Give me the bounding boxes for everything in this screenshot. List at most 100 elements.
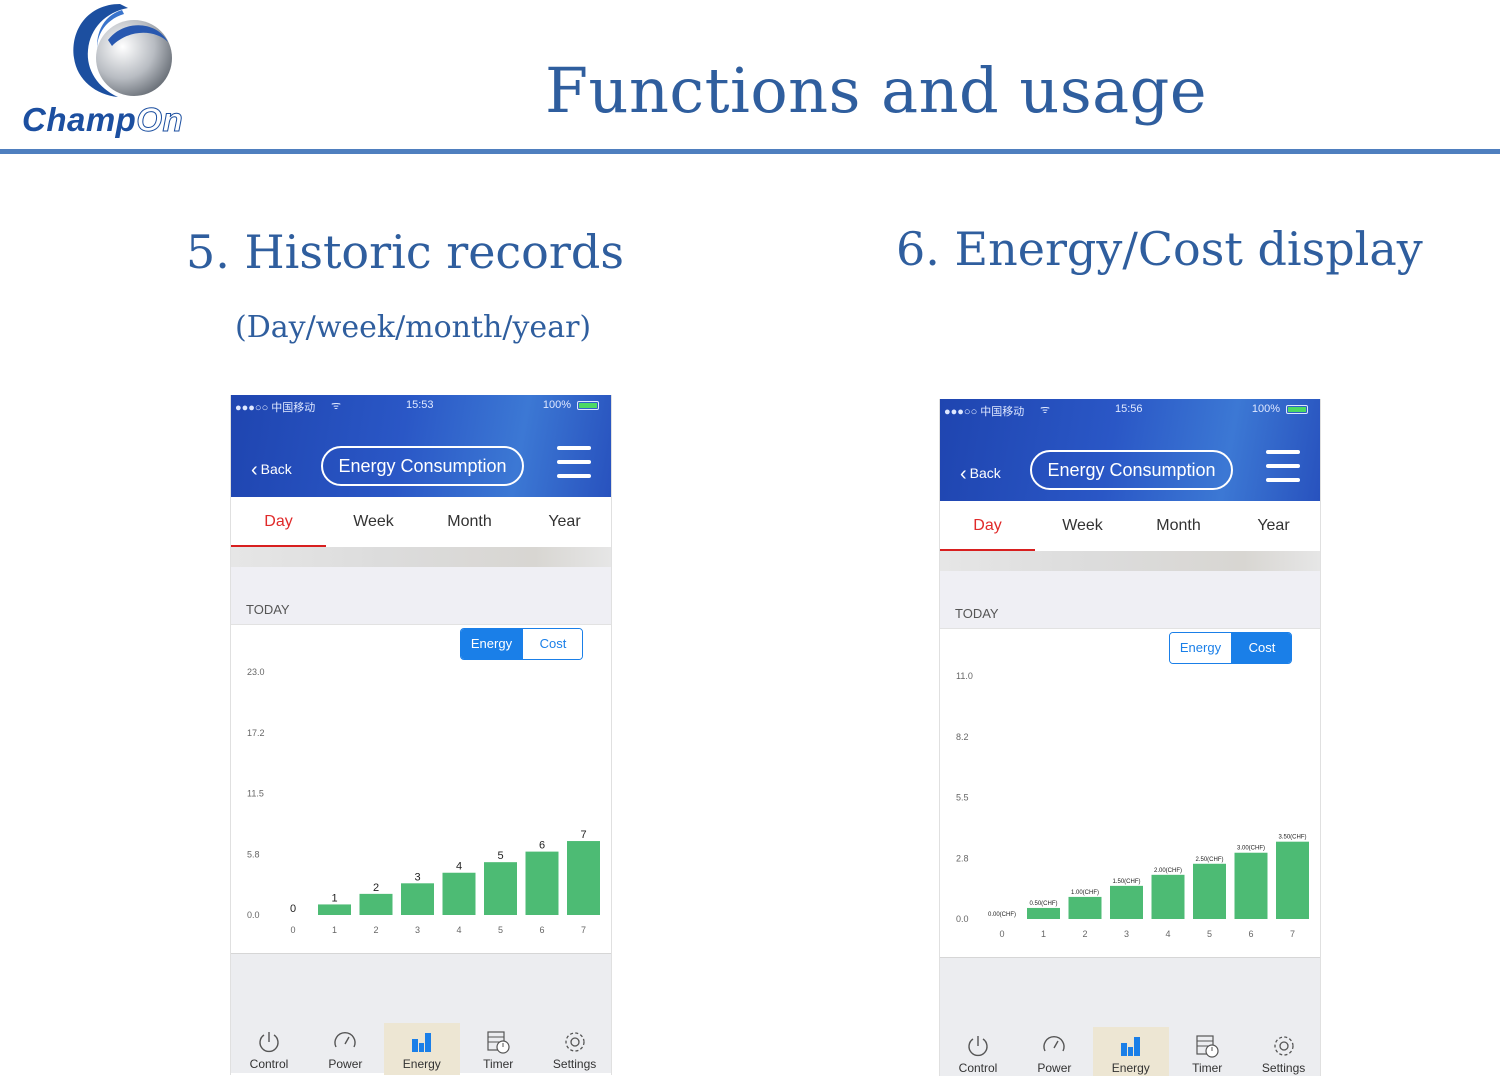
bar <box>567 841 600 915</box>
x-tick-label: 5 <box>498 925 503 935</box>
y-tick-label: 0.0 <box>247 910 260 920</box>
bar-chart-icon <box>1093 1033 1169 1059</box>
bar <box>484 862 517 915</box>
tab-day[interactable]: Day <box>231 513 326 531</box>
slide-title: Functions and usage <box>545 54 1208 127</box>
bottom-nav: Control Power Energy Timer Settings <box>940 1027 1320 1076</box>
title-divider <box>0 149 1500 154</box>
bottom-nav: Control Power Energy Timer Settings <box>231 1023 611 1075</box>
tab-month[interactable]: Month <box>422 513 517 531</box>
bar <box>401 883 434 915</box>
gauge-icon <box>307 1029 383 1055</box>
nav-power[interactable]: Power <box>307 1023 383 1075</box>
timer-icon <box>460 1029 536 1055</box>
nav-label: Settings <box>1261 1061 1306 1075</box>
cost-bar-chart-svg: 0.0 2.8 5.5 8.2 11.0 0.00(CHF) 0 0.50(CHF) 1 1.00… <box>956 671 1309 939</box>
bar <box>442 872 476 915</box>
nav-control[interactable]: Control <box>231 1023 307 1075</box>
app-header: ●●●○○ 中国移动 ᯤ 15:56 100% ‹ Back Energy Con… <box>940 399 1320 501</box>
menu-icon[interactable] <box>1266 450 1300 484</box>
nav-timer[interactable]: Timer <box>1169 1027 1245 1076</box>
carrier-label: ●●●○○ 中国移动 <box>235 402 316 414</box>
y-tick-label: 11.5 <box>247 789 264 799</box>
section-historic-records-subtitle: (Day/week/month/year) <box>235 310 592 345</box>
phone-screen-historic: ●●●○○ 中国移动 ᯤ 15:53 100% ‹ Back Energy Con… <box>230 395 612 1075</box>
back-button[interactable]: ‹ Back <box>960 463 1001 486</box>
nav-label: Power <box>1037 1061 1072 1075</box>
nav-settings[interactable]: Settings <box>1246 1027 1320 1076</box>
nav-power[interactable]: Power <box>1016 1027 1092 1076</box>
x-tick-label: 0 <box>290 925 295 935</box>
bar <box>1110 885 1143 919</box>
nav-energy[interactable]: Energy <box>383 1023 460 1075</box>
data-label: 2 <box>373 882 379 894</box>
tab-week[interactable]: Week <box>326 513 421 531</box>
tab-year[interactable]: Year <box>517 513 611 531</box>
today-section: TODAY <box>940 571 1320 629</box>
y-tick-label: 2.8 <box>956 853 969 863</box>
x-tick-label: 4 <box>1165 929 1170 939</box>
toggle-cost-button[interactable]: Cost <box>1231 633 1291 663</box>
today-label: TODAY <box>246 602 290 617</box>
phone-screen-cost: ●●●○○ 中国移动 ᯤ 15:56 100% ‹ Back Energy Con… <box>939 399 1321 1076</box>
nav-settings[interactable]: Settings <box>537 1023 611 1075</box>
x-tick-label: 3 <box>1124 929 1129 939</box>
bar <box>318 904 351 915</box>
nav-energy[interactable]: Energy <box>1092 1027 1169 1076</box>
nav-label: Timer <box>483 1057 514 1071</box>
data-label: 0.00(CHF) <box>988 912 1016 918</box>
toggle-cost-button[interactable]: Cost <box>522 629 582 659</box>
back-label: Back <box>969 465 1001 481</box>
wifi-icon: ᯤ <box>331 400 342 412</box>
toggle-energy-button[interactable]: Energy <box>461 629 522 659</box>
y-tick-label: 0.0 <box>956 914 969 924</box>
globe-logo-icon <box>73 4 172 97</box>
data-label: 1.50(CHF) <box>1112 879 1140 885</box>
x-tick-label: 7 <box>581 925 586 935</box>
x-tick-label: 6 <box>539 925 544 935</box>
gauge-icon <box>1016 1033 1092 1059</box>
data-label: 7 <box>580 829 586 841</box>
y-tick-label: 5.8 <box>247 849 260 859</box>
bar <box>1276 841 1309 919</box>
screen-title: Energy Consumption <box>1030 450 1233 490</box>
y-tick-label: 17.2 <box>247 728 265 738</box>
data-label: 1 <box>331 892 337 904</box>
y-tick-label: 5.5 <box>956 793 969 803</box>
battery-percent: 100% <box>1251 403 1280 415</box>
y-tick-label: 11.0 <box>956 671 973 681</box>
bar <box>1234 852 1268 919</box>
x-tick-label: 3 <box>415 925 420 935</box>
tab-day[interactable]: Day <box>940 517 1035 535</box>
bar <box>525 851 559 915</box>
energy-cost-toggle: Energy Cost <box>1169 632 1292 664</box>
menu-icon[interactable] <box>557 446 591 480</box>
nav-timer[interactable]: Timer <box>460 1023 536 1075</box>
data-label: 1.00(CHF) <box>1071 890 1099 896</box>
bar <box>359 893 393 915</box>
champon-logo: ChampOn <box>18 0 233 145</box>
status-time: 15:53 <box>406 399 434 411</box>
bar-chart-icon <box>384 1029 460 1055</box>
back-button[interactable]: ‹ Back <box>251 459 292 482</box>
x-tick-label: 5 <box>1207 929 1212 939</box>
nav-label: Settings <box>552 1057 597 1071</box>
battery-icon <box>1286 405 1308 414</box>
tab-week[interactable]: Week <box>1035 517 1130 535</box>
status-time: 15:56 <box>1115 403 1143 415</box>
tab-month[interactable]: Month <box>1131 517 1226 535</box>
tab-year[interactable]: Year <box>1226 517 1320 535</box>
chevron-left-icon: ‹ <box>960 463 967 485</box>
period-tabs: Day Week Month Year <box>940 501 1320 552</box>
nav-label: Control <box>249 1057 289 1071</box>
data-label: 0 <box>290 903 296 915</box>
x-tick-label: 2 <box>1082 929 1087 939</box>
section-historic-records-title: 5. Historic records <box>186 225 624 279</box>
nav-label: Energy <box>402 1057 441 1071</box>
nav-control[interactable]: Control <box>940 1027 1016 1076</box>
data-label: 5 <box>497 850 503 862</box>
toggle-energy-button[interactable]: Energy <box>1170 633 1231 663</box>
data-label: 3 <box>414 871 420 883</box>
y-tick-label: 8.2 <box>956 732 969 742</box>
data-label: 0.50(CHF) <box>1029 901 1057 907</box>
